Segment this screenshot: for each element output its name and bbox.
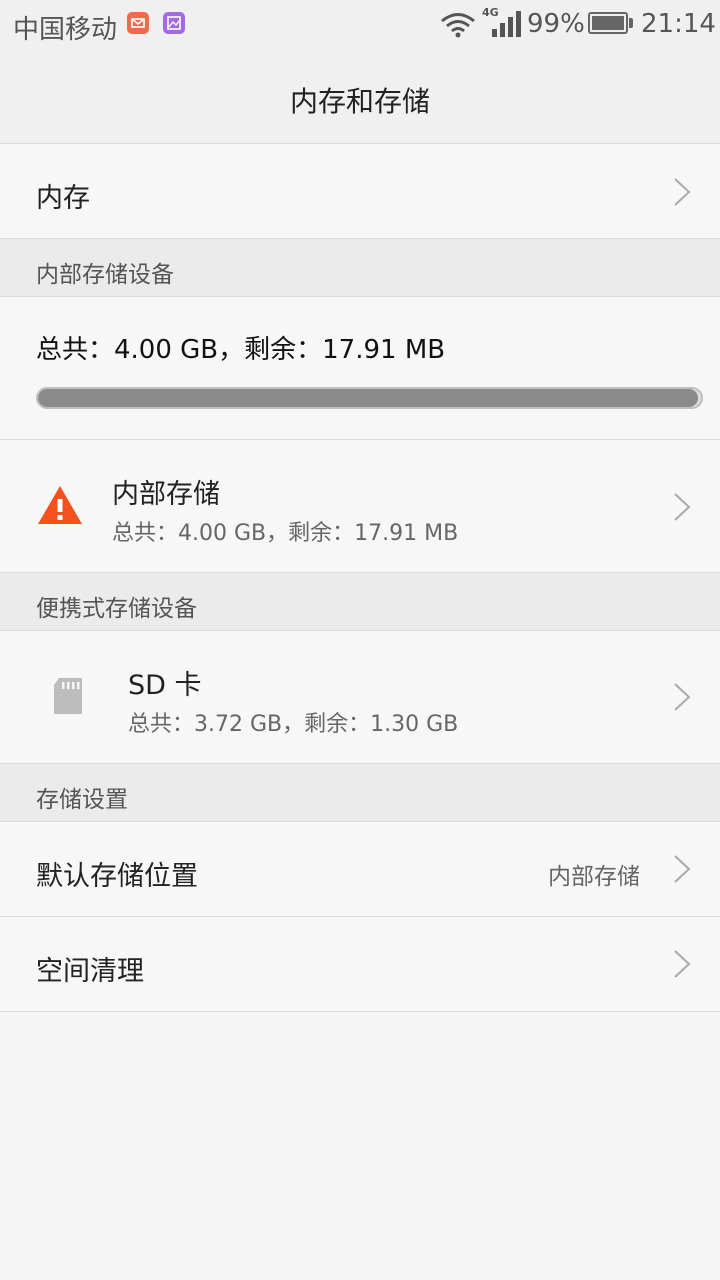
internal-summary: 总共：4.00 GB，剩余：17.91 MB (0, 297, 720, 440)
default-storage-location-value: 内部存储 (548, 864, 640, 890)
battery-tip (629, 18, 633, 28)
internal-storage-subtitle: 总共：4.00 GB，剩余：17.91 MB (112, 521, 459, 546)
section-label-internal: 内部存储设备 (36, 262, 174, 288)
default-storage-location-label: 默认存储位置 (36, 861, 198, 892)
internal-storage-item[interactable]: 内部存储 总共：4.00 GB，剩余：17.91 MB (0, 440, 720, 573)
sd-card-icon (54, 678, 82, 714)
section-header-portable: 便携式存储设备 (0, 573, 720, 631)
chevron-right-icon (674, 950, 691, 978)
battery-percent: 99% (527, 9, 585, 39)
chevron-right-icon (674, 493, 691, 521)
title-bar: 内存和存储 (0, 52, 720, 144)
status-bar: 中国移动 4G 99% 21:14 (0, 0, 720, 52)
section-header-internal: 内部存储设备 (0, 239, 720, 297)
sd-card-item[interactable]: SD 卡 总共：3.72 GB，剩余：1.30 GB (0, 631, 720, 764)
memory-label: 内存 (36, 183, 90, 214)
page-title: 内存和存储 (289, 85, 430, 118)
chevron-right-icon (674, 178, 691, 206)
default-storage-location-row[interactable]: 默认存储位置 内部存储 (0, 822, 720, 917)
storage-usage-bar (36, 387, 703, 409)
chevron-right-icon (674, 683, 691, 711)
warning-icon (38, 486, 82, 524)
internal-storage-title: 内部存储 (112, 479, 220, 510)
carrier-name: 中国移动 (13, 15, 118, 45)
sd-card-title: SD 卡 (128, 670, 202, 701)
section-label-settings: 存储设置 (36, 787, 128, 813)
internal-total-summary: 总共：4.00 GB，剩余：17.91 MB (36, 335, 446, 365)
section-label-portable: 便携式存储设备 (36, 596, 197, 622)
space-cleanup-row[interactable]: 空间清理 (0, 917, 720, 1012)
clock: 21:14 (641, 9, 716, 39)
space-cleanup-label: 空间清理 (36, 956, 144, 987)
storage-usage-fill (38, 389, 699, 407)
signal-icon (492, 11, 521, 37)
mail-notification-icon (127, 12, 149, 34)
chevron-right-icon (674, 855, 691, 883)
wifi-icon (441, 13, 475, 38)
battery-icon (588, 12, 628, 34)
sd-card-subtitle: 总共：3.72 GB，剩余：1.30 GB (128, 712, 459, 737)
section-header-settings: 存储设置 (0, 764, 720, 822)
memory-row[interactable]: 内存 (0, 144, 720, 239)
gallery-notification-icon (163, 12, 185, 34)
battery-level-fill (592, 16, 624, 30)
